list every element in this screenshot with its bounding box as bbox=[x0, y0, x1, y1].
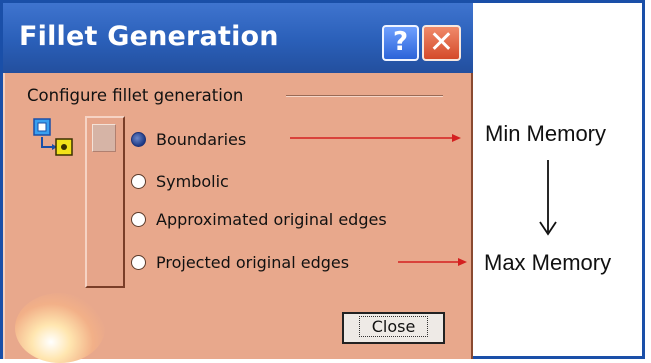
max-memory-label: Max Memory bbox=[484, 250, 612, 275]
max-memory-arrow-head bbox=[458, 258, 467, 266]
min-memory-arrow-head bbox=[452, 134, 461, 142]
annotation-arrows bbox=[290, 134, 557, 266]
min-memory-label: Min Memory bbox=[485, 121, 607, 146]
